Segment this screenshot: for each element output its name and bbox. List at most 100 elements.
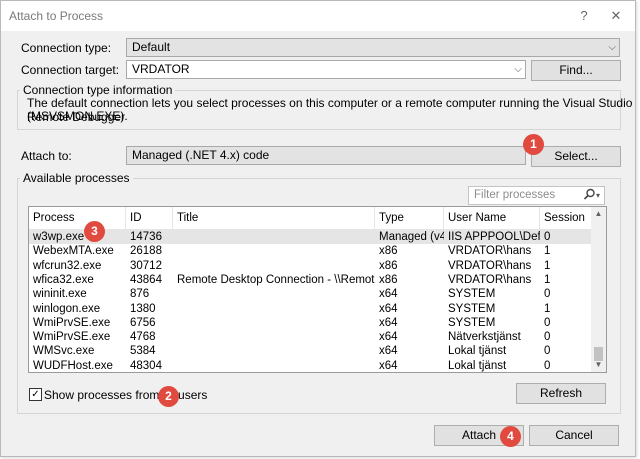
table-row[interactable]: WebexMTA.exe 26188 x86 VRDATOR\hans 1 (29, 244, 591, 258)
cell-type: x64 (379, 288, 398, 301)
cell-title (173, 230, 375, 244)
filter-placeholder: Filter processes (474, 189, 556, 201)
cell-user: Nätverkstjänst (448, 331, 521, 344)
table-row[interactable]: WMSvc.exe 5384 x64 Lokal tjänst 0 (29, 344, 591, 358)
table-row[interactable]: winlogon.exe 1380 x64 SYSTEM 1 (29, 302, 591, 316)
select-button[interactable]: Select... (531, 146, 621, 167)
connection-target-label: Connection target: (21, 63, 120, 77)
cell-process: WmiPrvSE.exe (33, 316, 111, 329)
connection-info-title: Connection type information (20, 83, 176, 97)
cell-type: x64 (379, 316, 398, 329)
cell-process: wfcrun32.exe (33, 259, 102, 272)
filter-processes-input[interactable]: Filter processes ▾ (468, 186, 605, 205)
scroll-up-icon[interactable]: ▲ (591, 207, 606, 221)
vertical-scrollbar[interactable]: ▲ ▼ (591, 207, 606, 372)
attach-to-field: Managed (.NET 4.x) code (126, 146, 526, 165)
cell-user: VRDATOR\hans (448, 259, 532, 272)
column-header-title[interactable]: Title (173, 207, 375, 229)
cell-session: 0 (544, 359, 551, 372)
annotation-badge-3: 3 (84, 221, 105, 242)
column-header-id[interactable]: ID (126, 207, 173, 229)
attach-to-label: Attach to: (21, 149, 72, 163)
table-row[interactable]: w3wp.exe 14736 Managed (v4.... IIS APPPOOL\… (29, 230, 591, 244)
cell-type: x86 (379, 259, 398, 272)
cell-session: 0 (544, 231, 551, 243)
list-header: Process ID Title Type User Name Session (29, 207, 591, 230)
cell-type: x64 (379, 345, 398, 358)
connection-type-dropdown[interactable]: Default ⌵ (126, 38, 620, 57)
cell-user: VRDATOR\hans (448, 245, 532, 258)
cell-title (173, 302, 375, 316)
table-row[interactable]: wininit.exe 876 x64 SYSTEM 0 (29, 287, 591, 301)
cell-process: w3wp.exe (33, 231, 85, 243)
cell-type: x64 (379, 302, 398, 315)
cell-process: WUDFHost.exe (33, 359, 113, 372)
cell-id: 48304 (130, 359, 162, 372)
cell-session: 0 (544, 345, 551, 358)
cell-id: 14736 (130, 231, 162, 243)
refresh-button[interactable]: Refresh (516, 383, 606, 404)
annotation-badge-1: 1 (523, 134, 544, 155)
search-icon[interactable]: ▾ (583, 187, 600, 204)
cell-id: 5384 (130, 345, 156, 358)
cell-session: 1 (544, 273, 551, 286)
cell-process: WmiPrvSE.exe (33, 331, 111, 344)
help-button[interactable]: ? (573, 5, 595, 27)
cell-process: WMSvc.exe (33, 345, 95, 358)
cell-title: Remote Desktop Connection - \\Remote (177, 273, 375, 286)
cell-user: IIS APPPOOL\Default... (448, 231, 540, 243)
annotation-badge-4: 4 (500, 426, 521, 447)
cell-type: x64 (379, 331, 398, 344)
cell-title (173, 330, 375, 344)
close-button[interactable]: ✕ (605, 5, 627, 27)
table-row[interactable]: wfica32.exe 43864 Remote Desktop Connectio… (29, 273, 591, 287)
cell-user: SYSTEM (448, 288, 496, 301)
cell-id: 4768 (130, 331, 156, 344)
find-button[interactable]: Find... (531, 60, 621, 81)
cell-id: 876 (130, 288, 150, 301)
cell-process: WebexMTA.exe (33, 245, 114, 258)
cell-id: 1380 (130, 302, 156, 315)
column-header-session[interactable]: Session (540, 207, 591, 229)
connection-target-combobox[interactable]: VRDATOR ⌵ (126, 60, 526, 79)
cell-title (173, 259, 375, 273)
column-header-process[interactable]: Process (29, 207, 126, 229)
available-processes-title: Available processes (20, 171, 133, 185)
connection-target-value: VRDATOR (132, 62, 190, 76)
chevron-down-icon: ⌵ (608, 42, 616, 53)
cell-title (173, 344, 375, 358)
table-row[interactable]: wfcrun32.exe 30712 x86 VRDATOR\hans 1 (29, 259, 591, 273)
cell-type: x86 (379, 273, 398, 286)
checkmark-icon: ✓ (31, 389, 40, 400)
cell-id: 26188 (130, 245, 162, 258)
cell-process: wininit.exe (33, 288, 87, 301)
table-row[interactable]: WUDFHost.exe 48304 x64 Lokal tjänst 0 (29, 359, 591, 372)
show-all-users-label[interactable]: Show processes from all users (44, 388, 207, 402)
chevron-down-icon[interactable]: ⌵ (514, 61, 522, 78)
cell-user: VRDATOR\hans (448, 273, 532, 286)
cell-user: Lokal tjänst (448, 359, 507, 372)
connection-type-value: Default (132, 40, 171, 54)
cancel-button[interactable]: Cancel (529, 425, 619, 446)
cell-session: 0 (544, 288, 551, 301)
table-row[interactable]: WmiPrvSE.exe 4768 x64 Nätverkstjänst 0 (29, 330, 591, 344)
cell-session: 1 (544, 302, 551, 315)
cell-id: 30712 (130, 259, 162, 272)
cell-user: SYSTEM (448, 316, 496, 329)
column-header-user-name[interactable]: User Name (444, 207, 540, 229)
process-list[interactable]: Process ID Title Type User Name Session … (28, 206, 607, 373)
column-header-type[interactable]: Type (375, 207, 444, 229)
cell-user: Lokal tjänst (448, 345, 507, 358)
cell-title (173, 359, 375, 372)
cell-id: 43864 (130, 273, 162, 286)
cell-type: x86 (379, 245, 398, 258)
cell-session: 0 (544, 331, 551, 344)
scroll-down-icon[interactable]: ▼ (591, 358, 606, 372)
connection-type-label: Connection type: (21, 41, 112, 55)
cell-type: x64 (379, 359, 398, 372)
show-all-users-checkbox[interactable]: ✓ (29, 388, 42, 401)
table-row[interactable]: WmiPrvSE.exe 6756 x64 SYSTEM 0 (29, 316, 591, 330)
cell-title (173, 244, 375, 258)
cell-session: 1 (544, 245, 551, 258)
cell-id: 6756 (130, 316, 156, 329)
